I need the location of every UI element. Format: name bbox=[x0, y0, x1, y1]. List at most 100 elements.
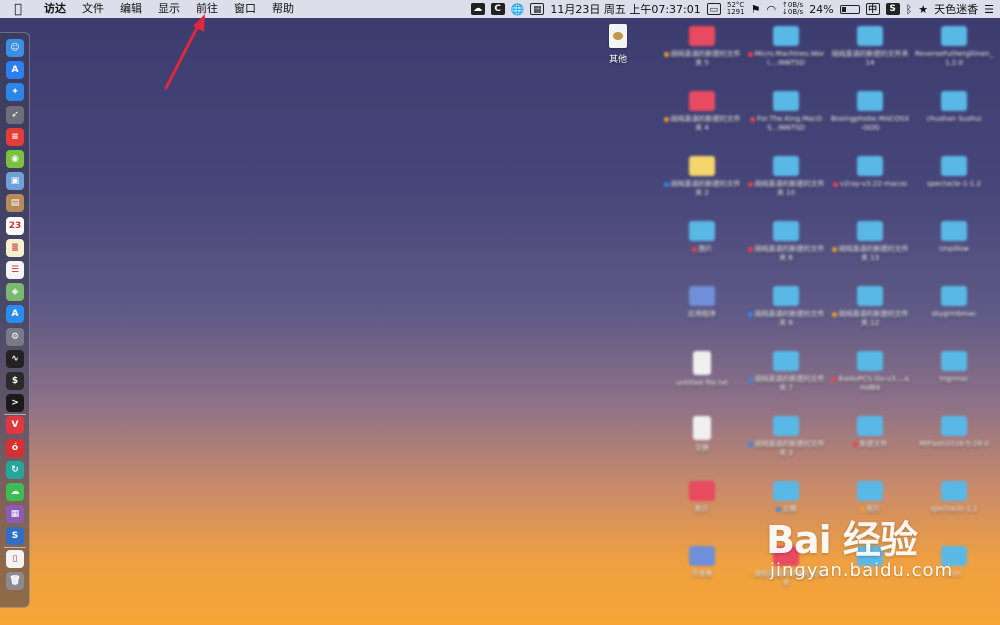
star-icon[interactable]: ★ bbox=[918, 3, 928, 16]
battery-percent[interactable]: 24% bbox=[809, 3, 833, 16]
copy-clip-icon[interactable]: C bbox=[490, 3, 505, 15]
desktop-item[interactable]: 照片 bbox=[828, 473, 912, 514]
desktop-item[interactable]: 交换 bbox=[660, 408, 744, 453]
dock-trash-icon[interactable]: 🗑 bbox=[6, 571, 24, 590]
menu-app-name[interactable]: 访达 bbox=[36, 0, 74, 18]
input-method-icon[interactable]: 中 bbox=[865, 3, 880, 15]
baidu-watermark: Bai 经验 jingyan.baidu.com bbox=[766, 520, 953, 581]
dock-activity-monitor-icon[interactable]: ∿ bbox=[6, 349, 24, 368]
desktop-item-label: chushan Sushui bbox=[912, 115, 996, 124]
menubar-datetime[interactable]: 11月23日 周五 上午07:37:01 bbox=[550, 1, 700, 17]
dock-preview-icon[interactable]: ▣ bbox=[6, 172, 24, 191]
desktop-item[interactable]: 阅纯直语的新建的文件夹 10 bbox=[744, 148, 828, 198]
menu-file[interactable]: 文件 bbox=[74, 0, 112, 18]
desktop-item[interactable]: 阅纯直语的新建的文件夹 12 bbox=[828, 278, 912, 328]
dock-scrivener-icon[interactable]: S bbox=[6, 527, 24, 546]
wifi-icon[interactable]: ◠ bbox=[766, 3, 776, 16]
desktop-item[interactable]: 阅纯直语的新建的文件夹 13 bbox=[828, 213, 912, 263]
desktop-item[interactable]: 文稿 bbox=[744, 473, 828, 514]
desktop-item[interactable]: 阅纯直语的新建的文件夹 3 bbox=[744, 408, 828, 458]
battery-icon[interactable] bbox=[839, 4, 860, 14]
tag-dot-icon bbox=[832, 181, 838, 187]
folder-icon bbox=[689, 26, 715, 46]
folder-icon bbox=[689, 91, 715, 111]
menu-window[interactable]: 窗口 bbox=[226, 0, 264, 18]
desktop-item[interactable]: 阅纯直语的新建的文件夹 8 bbox=[744, 278, 828, 328]
desktop-item[interactable]: For.The.King.MacOS...INNTSD bbox=[744, 83, 828, 133]
dock-winrar-icon[interactable]: ▦ bbox=[6, 505, 24, 524]
desktop-item[interactable]: chushan Sushui bbox=[912, 83, 996, 124]
tag-dot-icon bbox=[747, 376, 753, 382]
desktop-item[interactable]: 影片 bbox=[660, 473, 744, 514]
dock-launchpad-icon[interactable]: ➶ bbox=[6, 105, 24, 124]
desktop-item-label: 新建文件 bbox=[828, 440, 912, 449]
desktop-item[interactable]: 阅纯直语的新建的文件夹 6 bbox=[744, 213, 828, 263]
desktop-item[interactable]: 阅纯直语的新建的文件夹 2 bbox=[660, 148, 744, 198]
dock-wechat-icon[interactable]: ☁ bbox=[6, 483, 24, 501]
dock-finder-icon[interactable]: ☺ bbox=[6, 39, 24, 57]
desktop-item[interactable]: Unpillow bbox=[912, 213, 996, 254]
desktop-item[interactable]: Micro.Machines.Worl....INNTSD bbox=[744, 18, 828, 68]
desktop-item[interactable]: spectacle-1-1.2 bbox=[912, 148, 996, 189]
dock-android-icon[interactable]: ◉ bbox=[6, 150, 24, 168]
dock-maps-icon[interactable]: ◈ bbox=[6, 283, 24, 302]
desktop-item[interactable]: v2ray-v3.22-macos bbox=[828, 148, 912, 189]
folder-icon bbox=[773, 481, 799, 501]
calendar-icon[interactable]: ▦ bbox=[530, 3, 545, 15]
desktop-item-text: tngrmac bbox=[939, 375, 969, 383]
flag-icon[interactable]: ⚑ bbox=[751, 3, 761, 16]
desktop-item[interactable]: 阅纯直语的新建的文件夹 4 bbox=[660, 83, 744, 133]
desktop-item[interactable]: 应用程序 bbox=[660, 278, 744, 319]
apple-menu-icon[interactable]:  bbox=[0, 2, 36, 17]
desktop-item[interactable]: 开发者 bbox=[660, 538, 744, 579]
desktop-item[interactable]: 阅纯直语的新建的文件夹 14 bbox=[828, 18, 912, 68]
menu-help[interactable]: 帮助 bbox=[264, 0, 302, 18]
desktop-item[interactable]: ReverseFuthergltinen_1.2.0 bbox=[912, 18, 996, 68]
cloud-icon[interactable]: ☁ bbox=[470, 3, 485, 15]
dock-document-icon[interactable]: ▯ bbox=[6, 549, 24, 568]
folder-icon bbox=[689, 481, 715, 501]
dock-ticktick-icon[interactable]: ≡ bbox=[6, 127, 24, 146]
desktop-item[interactable]: skygrmbmac bbox=[912, 278, 996, 319]
desktop-item-label: 阅纯直语的新建的文件夹 14 bbox=[828, 50, 912, 68]
bluetooth-icon[interactable]: ᛒ bbox=[906, 3, 913, 16]
folder-icon bbox=[773, 351, 799, 371]
user-name[interactable]: 天色迷香 bbox=[934, 1, 978, 17]
desktop-item[interactable]: 新建文件 bbox=[828, 408, 912, 449]
notification-center-icon[interactable]: ☰ bbox=[984, 3, 994, 16]
folder-icon bbox=[941, 221, 967, 241]
dock-system-preferences-icon[interactable]: ⚙ bbox=[6, 327, 24, 346]
desktop-item[interactable]: tngrmac bbox=[912, 343, 996, 384]
desktop-item-label: 文稿 bbox=[744, 505, 828, 514]
dock-terminal-icon[interactable]: $ bbox=[6, 372, 24, 390]
dock-vivaldi-icon[interactable]: V bbox=[6, 416, 24, 435]
desktop-item[interactable]: MiFlash2018-5-28-0 bbox=[912, 408, 996, 449]
tag-dot-icon bbox=[747, 441, 753, 447]
dock-reminders-icon[interactable]: ☰ bbox=[6, 261, 24, 279]
desktop-item-label: Micro.Machines.Worl....INNTSD bbox=[744, 50, 828, 68]
desktop-item[interactable]: BaiduPCS-Go-v3....amd64 bbox=[828, 343, 912, 393]
desktop-item[interactable]: spectacle-1.2 bbox=[912, 473, 996, 514]
globe-icon[interactable]: 🌐 bbox=[511, 3, 525, 16]
desktop-item[interactable]: 图片 bbox=[660, 213, 744, 254]
desktop-item-text: 文稿 bbox=[782, 505, 797, 513]
scrivener-tray-icon[interactable]: S bbox=[885, 3, 900, 15]
network-speed[interactable]: ↑0B/s ↓0B/s bbox=[782, 2, 803, 16]
desktop-item[interactable]: untitled file.txt bbox=[660, 343, 744, 388]
temp-fan-readout[interactable]: 52°C 1291 bbox=[727, 2, 745, 16]
dock-appstore-icon[interactable]: A bbox=[6, 61, 24, 80]
dock-safari-icon[interactable]: ✦ bbox=[6, 83, 24, 102]
desktop-item[interactable]: 阅纯直语的新建的文件夹 5 bbox=[660, 18, 744, 68]
dock-appstore2-icon[interactable]: A bbox=[6, 305, 24, 324]
desktop-item[interactable]: 阅纯直语的新建的文件夹 7 bbox=[744, 343, 828, 393]
dock-sync-icon[interactable]: ↻ bbox=[6, 460, 24, 479]
dock-netease-music-icon[interactable]: ó bbox=[6, 438, 24, 457]
desktop-item[interactable]: Boxingphobe.MACOSX-GOG bbox=[828, 83, 912, 133]
desktop-file-other[interactable]: 其他 bbox=[600, 24, 636, 65]
dock-terminal2-icon[interactable]: > bbox=[6, 394, 24, 413]
menu-edit[interactable]: 编辑 bbox=[112, 0, 150, 18]
display-icon[interactable]: ▭ bbox=[706, 3, 721, 15]
dock-contacts-icon[interactable]: ▤ bbox=[6, 194, 24, 213]
dock-notes-icon[interactable]: ≣ bbox=[6, 238, 24, 257]
dock-calendar-icon[interactable]: 23 bbox=[6, 216, 24, 235]
